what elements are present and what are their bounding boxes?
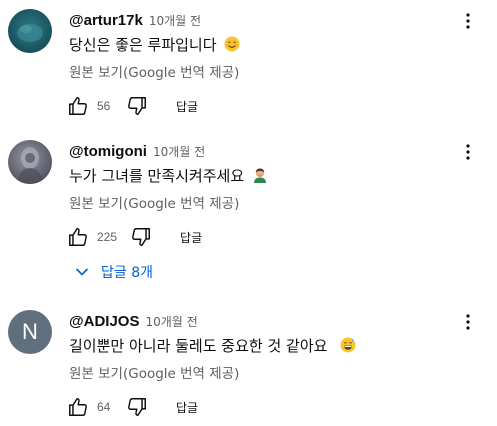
author-name[interactable]: @tomigoni [69,143,147,160]
reply-button[interactable]: 답글 [176,98,198,115]
thumbs-down-icon [128,97,146,115]
like-count: 56 [97,99,111,113]
author-name[interactable]: @ADIJOS [69,313,139,330]
comment: @tomigoni 10개월 전 누가 그녀를 만족시켜주세요 원본 보기(Goo… [0,140,497,250]
comment-header: @ADIJOS 10개월 전 [69,311,198,330]
comment: N @ADIJOS 10개월 전 길이뿐만 아니라 둘레도 중요한 것 같아요 원… [0,310,497,420]
thumbs-down-icon [132,228,151,246]
see-original-link[interactable]: 원본 보기(Google 번역 제공) [69,362,239,382]
comment-text: 누가 그녀를 만족시켜주세요 [69,165,268,186]
view-replies-label: 답글 8개 [101,265,153,281]
comment-header: @artur17k 10개월 전 [69,10,201,29]
like-button[interactable] [66,225,90,249]
dislike-button[interactable] [129,225,153,249]
reply-button[interactable]: 답글 [180,229,202,246]
comment-actions: 64 답글 [66,395,198,419]
like-button[interactable] [66,94,90,118]
chevron-down-icon [75,268,89,276]
comment-menu-button[interactable] [462,310,474,334]
comment-time[interactable]: 10개월 전 [145,315,197,329]
comment-menu-button[interactable] [462,9,474,33]
comment-actions: 225 답글 [66,225,202,249]
thumbs-up-icon [69,97,87,115]
comment-text-content: 당신은 좋은 루파입니다 [69,36,217,54]
dislike-button[interactable] [125,94,149,118]
see-original-link[interactable]: 원본 보기(Google 번역 제공) [69,61,239,81]
avatar-letter: N [22,319,38,344]
thumbs-up-icon [69,228,87,246]
thumbs-up-icon [69,398,87,416]
comment-actions: 56 답글 [66,94,198,118]
see-original-link[interactable]: 원본 보기(Google 번역 제공) [69,192,239,212]
comment-text-content: 누가 그녀를 만족시켜주세요 [69,167,245,185]
like-button[interactable] [66,395,90,419]
more-vertical-icon [466,314,470,330]
like-count: 64 [97,400,111,414]
reply-button[interactable]: 답글 [176,399,198,416]
comment-text: 당신은 좋은 루파입니다 [69,34,240,55]
like-count: 225 [97,230,118,244]
comment-menu-button[interactable] [462,140,474,164]
comment-header: @tomigoni 10개월 전 [69,141,205,160]
grinning-sweat-icon [340,337,356,353]
dislike-button[interactable] [125,395,149,419]
author-name[interactable]: @artur17k [69,12,143,29]
smiling-face-icon [224,36,240,52]
avatar[interactable] [8,9,52,53]
comment-time[interactable]: 10개월 전 [153,145,205,159]
thumbs-down-icon [128,398,146,416]
comment-text: 길이뿐만 아니라 둘레도 중요한 것 같아요 [69,335,356,356]
avatar[interactable]: N [8,310,52,354]
comment: @artur17k 10개월 전 당신은 좋은 루파입니다 원본 보기(Googl… [0,9,497,119]
view-replies-button[interactable]: 답글 8개 [75,262,153,282]
more-vertical-icon [466,144,470,160]
person-facepalming-icon [253,168,266,183]
avatar[interactable] [8,140,52,184]
comment-time[interactable]: 10개월 전 [149,14,201,28]
more-vertical-icon [466,13,470,29]
comment-text-content: 길이뿐만 아니라 둘레도 중요한 것 같아요 [69,337,328,355]
